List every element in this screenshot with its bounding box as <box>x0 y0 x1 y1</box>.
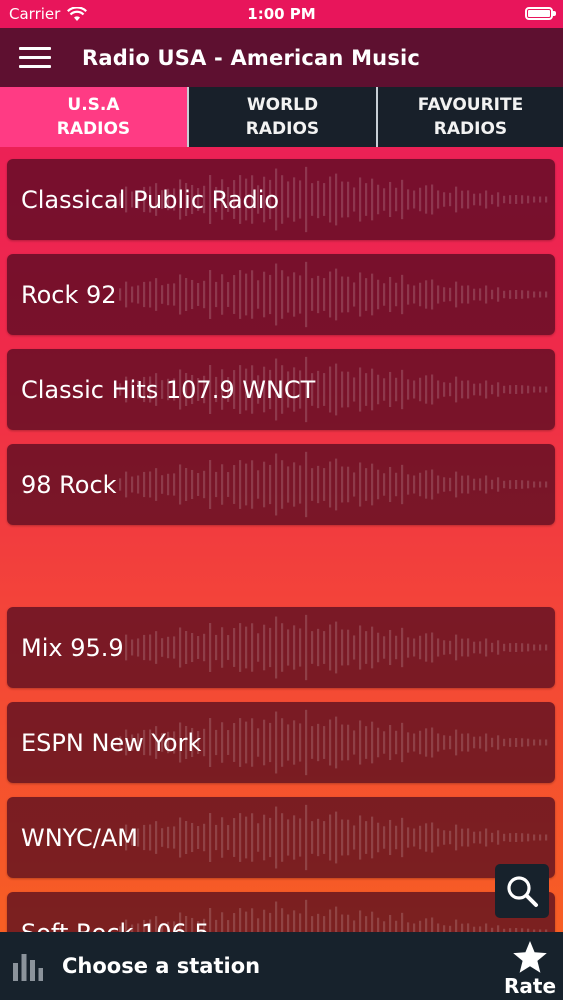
station-name: Rock 92 <box>21 280 117 309</box>
station-item[interactable]: Mix 95.9 <box>7 607 555 688</box>
tab-bar: U.S.A RADIOS WORLD RADIOS FAVOURITE RADI… <box>0 87 563 147</box>
waveform-graphic <box>119 261 548 328</box>
tab-world-line2: RADIOS <box>245 119 320 139</box>
tab-world-line1: WORLD <box>246 95 319 115</box>
waveform-graphic <box>119 804 548 871</box>
station-name: Classical Public Radio <box>21 185 280 214</box>
star-icon <box>513 941 547 973</box>
tab-favourite-radios[interactable]: FAVOURITE RADIOS <box>376 87 563 147</box>
station-list[interactable]: Classical Public Radio Rock 92 Classic H… <box>0 147 563 932</box>
battery-icon <box>525 7 556 20</box>
station-item[interactable]: 98 Rock <box>7 444 555 525</box>
tab-favourite-line1: FAVOURITE <box>417 95 524 115</box>
app-bar: Radio USA - American Music <box>0 28 563 87</box>
tab-favourite-line2: RADIOS <box>433 119 508 139</box>
rate-label: Rate <box>503 974 557 998</box>
waveform-graphic <box>119 451 548 518</box>
station-item[interactable]: WNYC/AM <box>7 797 555 878</box>
player-bar: Choose a station Rate <box>0 932 563 1000</box>
station-name: ESPN New York <box>21 728 202 757</box>
waveform-graphic <box>119 614 548 681</box>
tab-usa-line1: U.S.A <box>67 95 120 115</box>
status-bar: Carrier 1:00 PM <box>0 0 563 28</box>
tab-usa-line2: RADIOS <box>56 119 131 139</box>
station-name: Mix 95.9 <box>21 633 124 662</box>
now-playing-label: Choose a station <box>62 954 261 978</box>
hamburger-menu-icon[interactable] <box>0 28 70 87</box>
station-name: Classic Hits 107.9 WNCT <box>21 375 316 404</box>
equalizer-icon <box>13 954 43 981</box>
rate-button[interactable]: Rate <box>503 940 557 998</box>
tab-usa-radios[interactable]: U.S.A RADIOS <box>0 87 187 147</box>
status-time: 1:00 PM <box>247 5 316 23</box>
app-title: Radio USA - American Music <box>82 45 421 70</box>
station-name: 98 Rock <box>21 470 117 499</box>
station-item[interactable]: Classic Hits 107.9 WNCT <box>7 349 555 430</box>
station-name: WNYC/AM <box>21 823 138 852</box>
station-item[interactable]: Rock 92 <box>7 254 555 335</box>
station-name: Soft Rock 106.5 <box>21 892 210 933</box>
station-item[interactable]: ESPN New York <box>7 702 555 783</box>
station-item[interactable]: Soft Rock 106.5 <box>7 892 555 932</box>
search-button[interactable] <box>495 864 549 918</box>
search-icon <box>507 876 538 907</box>
station-item[interactable]: Classical Public Radio <box>7 159 555 240</box>
tab-world-radios[interactable]: WORLD RADIOS <box>187 87 376 147</box>
